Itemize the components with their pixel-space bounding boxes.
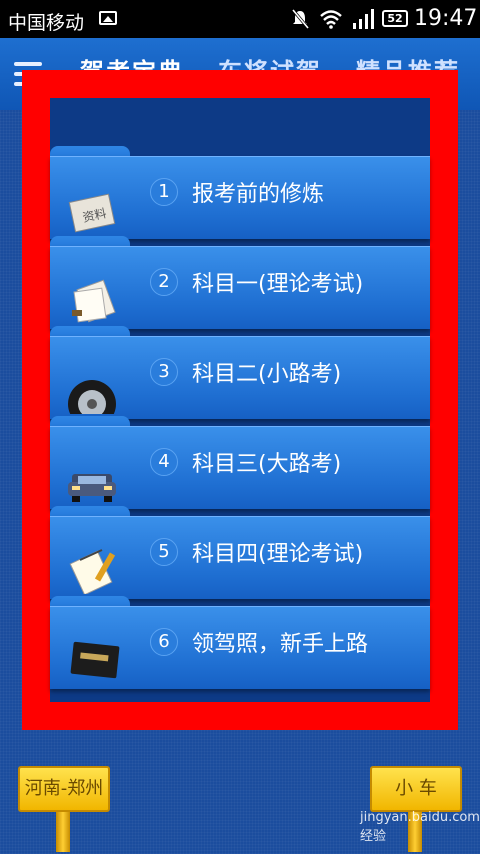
- list-item[interactable]: 4 科目三(大路考): [50, 416, 430, 509]
- item-label: 科目一(理论考试): [192, 272, 364, 297]
- item-label: 领驾照，新手上路: [192, 632, 369, 657]
- item-number: 5: [150, 538, 178, 566]
- item-number: 2: [150, 268, 178, 296]
- guide-list: 资料 1 报考前的修炼 2 科目一(理论考试) 3 科目二(小路考) 4 科目三…: [50, 146, 430, 695]
- item-label: 科目二(小路考): [192, 362, 342, 387]
- mute-icon: [291, 9, 309, 29]
- item-label: 科目四(理论考试): [192, 542, 364, 567]
- battery-icon: 52: [382, 10, 408, 27]
- tire-icon: [68, 380, 116, 414]
- watermark: jingyan.baidu.com 经验: [360, 810, 480, 844]
- carrier-name: 中国移动: [8, 12, 85, 34]
- list-item[interactable]: 3 科目二(小路考): [50, 326, 430, 419]
- document-icon: 资料: [68, 193, 116, 233]
- item-number: 1: [150, 178, 178, 206]
- papers-icon: [72, 279, 116, 323]
- item-number: 6: [150, 628, 178, 656]
- license-icon: [70, 641, 120, 679]
- car-icon: [68, 474, 116, 502]
- region-sign-label: 河南-郑州: [18, 766, 110, 812]
- list-item[interactable]: 2 科目一(理论考试): [50, 236, 430, 329]
- item-number: 3: [150, 358, 178, 386]
- item-label: 报考前的修炼: [192, 182, 325, 207]
- image-notification-icon: [99, 11, 117, 25]
- list-item[interactable]: 资料 1 报考前的修炼: [50, 146, 430, 239]
- vehicle-sign-label: 小 车: [370, 766, 462, 812]
- signal-icon: [353, 9, 374, 29]
- list-item[interactable]: 6 领驾照，新手上路: [50, 596, 430, 689]
- list-item[interactable]: 5 科目四(理论考试): [50, 506, 430, 599]
- status-bar: 中国移动 52 19:47: [0, 0, 480, 38]
- item-number: 4: [150, 448, 178, 476]
- clock: 19:47: [414, 6, 478, 31]
- notepad-icon: [69, 549, 116, 594]
- wifi-icon: [320, 10, 342, 29]
- item-label: 科目三(大路考): [192, 452, 342, 477]
